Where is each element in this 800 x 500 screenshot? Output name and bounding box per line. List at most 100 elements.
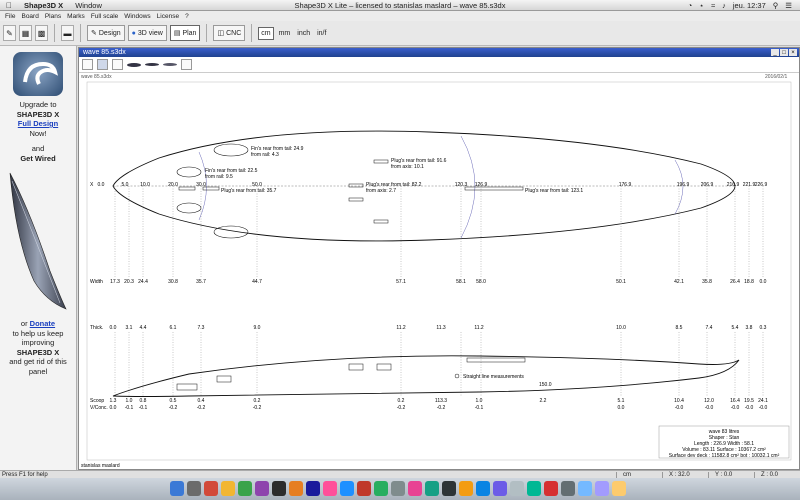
- vconc-value: -0.0: [705, 405, 714, 411]
- view3d-button[interactable]: ● 3D view: [127, 25, 167, 41]
- board-side-icon[interactable]: [145, 63, 159, 66]
- dock-app-icon[interactable]: [442, 481, 456, 496]
- plan-button[interactable]: ▤ Plan: [169, 25, 201, 41]
- dock-app-icon[interactable]: [340, 481, 354, 496]
- toolbar-separator: [54, 24, 55, 42]
- thick-row-label: Thick.: [90, 325, 103, 331]
- vconc-value: 0.0: [618, 405, 625, 411]
- width-value: 57.1: [396, 279, 406, 285]
- dock-app-icon[interactable]: [238, 481, 252, 496]
- vconc-value: -0.1: [139, 405, 148, 411]
- menu-full-scale[interactable]: Full scale: [88, 13, 121, 20]
- plan-view-icon[interactable]: [97, 59, 108, 70]
- page-icon[interactable]: [82, 59, 93, 70]
- dock-app-icon[interactable]: [561, 481, 575, 496]
- dock-app-icon[interactable]: [323, 481, 337, 496]
- open-icon[interactable]: ✎: [3, 25, 16, 41]
- dock-app-icon[interactable]: [187, 481, 201, 496]
- dock-app-icon[interactable]: [255, 481, 269, 496]
- close-icon[interactable]: ×: [789, 49, 797, 56]
- menu-marks[interactable]: Marks: [64, 13, 88, 20]
- menu-board[interactable]: Board: [18, 13, 41, 20]
- menu-windows[interactable]: Windows: [121, 13, 153, 20]
- board-top-icon[interactable]: [127, 62, 141, 67]
- scoop-value: 5.1: [618, 398, 625, 404]
- x-values: 0.0 5.0 10.0 20.0 30.0 50.0 120.3 126.9 176.9 196…: [98, 182, 768, 188]
- menu-file[interactable]: File: [2, 13, 18, 20]
- thick-value: 8.5: [676, 325, 683, 331]
- dock-app-icon[interactable]: [612, 481, 626, 496]
- app-menu-name[interactable]: Shape3D X: [18, 1, 69, 10]
- maximize-icon[interactable]: □: [780, 49, 788, 56]
- panel-text-now: Now!: [29, 128, 47, 138]
- scoop-value: 113.3: [435, 398, 447, 404]
- volume-icon[interactable]: ♪: [722, 1, 726, 10]
- menu-plans[interactable]: Plans: [42, 13, 64, 20]
- design-button[interactable]: ✎ Design: [87, 25, 125, 41]
- dock-app-icon[interactable]: [527, 481, 541, 496]
- scoop-value: 12.0: [704, 398, 714, 404]
- save-icon[interactable]: ▦: [19, 25, 32, 41]
- dock-app-icon[interactable]: [306, 481, 320, 496]
- print-icon[interactable]: ▩: [35, 25, 48, 41]
- scoop-value: 24.1: [758, 398, 768, 404]
- dock-app-icon[interactable]: [204, 481, 218, 496]
- plan-canvas[interactable]: wave 85.s3dx 2016/02/1 Fin's rear from t…: [79, 74, 799, 469]
- dock-app-icon[interactable]: [391, 481, 405, 496]
- app-menu-row: File Board Plans Marks Full scale Window…: [0, 11, 800, 21]
- export-icon[interactable]: [181, 59, 192, 70]
- dock-app-icon[interactable]: [289, 481, 303, 496]
- apple-icon[interactable]: : [0, 1, 18, 10]
- dock-app-icon[interactable]: [476, 481, 490, 496]
- unit-inch[interactable]: inch: [295, 30, 312, 37]
- dock-app-icon[interactable]: [357, 481, 371, 496]
- plug-note-3: Plug's rear from tail: 35.7: [221, 188, 277, 194]
- width-value: 18.8: [744, 279, 754, 285]
- clock[interactable]: jeu. 12:37: [733, 1, 766, 10]
- list-icon[interactable]: ☰: [785, 1, 792, 10]
- width-value: 58.1: [456, 279, 466, 285]
- vconc-value: -0.0: [745, 405, 754, 411]
- vconc-value: -0.2: [397, 405, 406, 411]
- x-value: 0.0: [98, 182, 105, 188]
- surfboard-image: [9, 172, 67, 310]
- dock-app-icon[interactable]: [408, 481, 422, 496]
- dock-app-icon[interactable]: [170, 481, 184, 496]
- board-slice-icon[interactable]: [163, 63, 177, 66]
- dock-app-icon[interactable]: [459, 481, 473, 496]
- document-title-bar[interactable]: wave 85.s3dx _ □ ×: [79, 48, 799, 57]
- document-title: wave 85.s3dx: [83, 49, 126, 56]
- minimize-icon[interactable]: _: [771, 49, 779, 56]
- window-menu[interactable]: Window: [69, 1, 108, 10]
- toolbar-separator: [251, 24, 253, 42]
- dock-app-icon[interactable]: [425, 481, 439, 496]
- dock-app-icon[interactable]: [272, 481, 286, 496]
- outline-icon[interactable]: [112, 59, 123, 70]
- menu-license[interactable]: License: [154, 13, 182, 20]
- board-icon[interactable]: ▬: [61, 25, 74, 41]
- unit-cm[interactable]: cm: [258, 26, 274, 40]
- cnc-button[interactable]: ◫ CNC: [213, 25, 246, 41]
- sync-icon[interactable]: ◔: [688, 1, 693, 10]
- dock-app-icon[interactable]: [493, 481, 507, 496]
- scoop-value: 0.2: [398, 398, 405, 404]
- full-design-link[interactable]: Full Design: [0, 119, 76, 129]
- scoop-value: 1.0: [126, 398, 133, 404]
- fin-note-2: Fin's rear from tail: 22.5 from rail: 9.5: [205, 168, 258, 180]
- unit-in-f[interactable]: in/f: [315, 30, 328, 37]
- thick-value: 0.3: [760, 325, 767, 331]
- dock-app-icon[interactable]: [510, 481, 524, 496]
- wifi-icon[interactable]: ≈: [711, 1, 715, 10]
- upgrade-panel: Upgrade to SHAPE3D X Full Design Now! an…: [0, 46, 77, 470]
- dock-app-icon[interactable]: [578, 481, 592, 496]
- dock-app-icon[interactable]: [374, 481, 388, 496]
- search-icon[interactable]: ⚲: [773, 1, 779, 10]
- width-value: 0.0: [760, 279, 767, 285]
- dock-app-icon[interactable]: [595, 481, 609, 496]
- menu-help[interactable]: ?: [182, 13, 192, 20]
- dock-app-icon[interactable]: [221, 481, 235, 496]
- bluetooth-icon[interactable]: ⋆: [699, 1, 704, 10]
- unit-mm[interactable]: mm: [277, 30, 293, 37]
- dock-app-icon[interactable]: [544, 481, 558, 496]
- donate-link[interactable]: Donate: [30, 319, 55, 328]
